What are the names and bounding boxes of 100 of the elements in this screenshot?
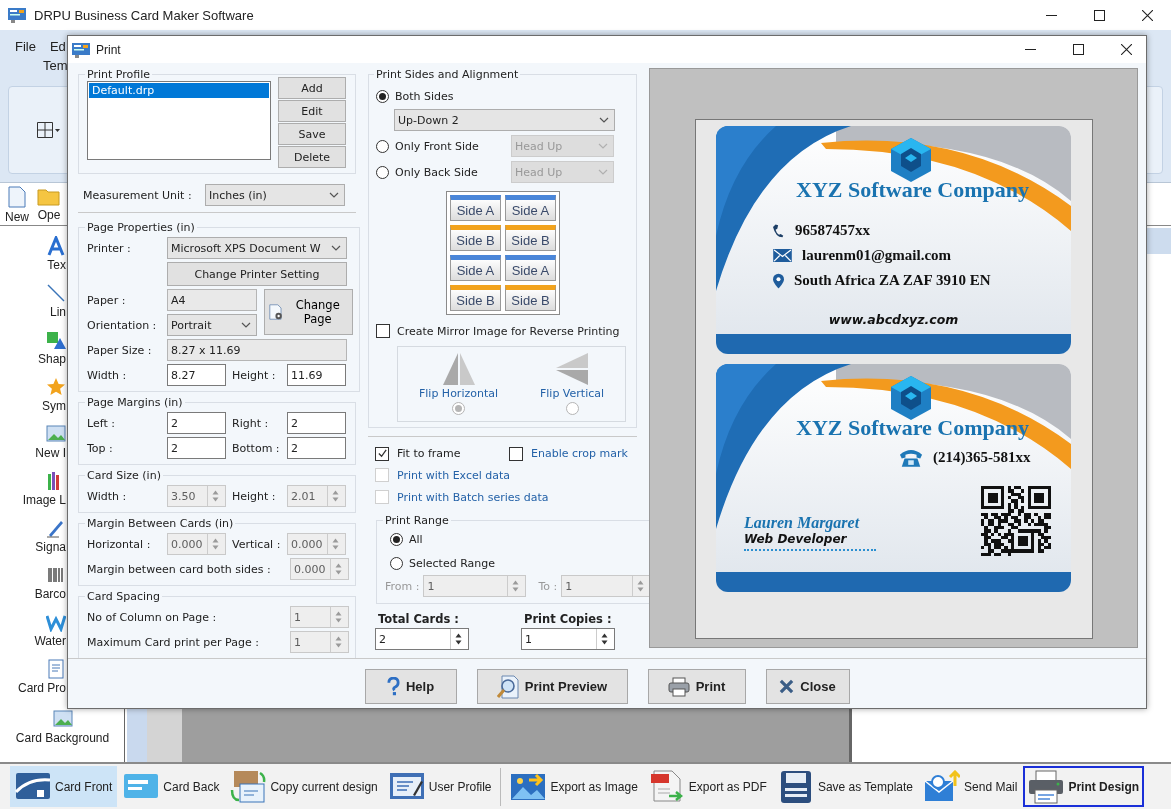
flip-horizontal-icon: [441, 353, 476, 385]
toolbar-button[interactable]: Save as Template: [772, 766, 919, 807]
dropdown[interactable]: Up-Down 2: [394, 109, 615, 131]
group-title: Margin Between Cards (in): [86, 517, 235, 530]
page-gear-icon: [269, 302, 284, 322]
field-label: From :: [385, 579, 420, 593]
edit-button[interactable]: Edit: [278, 100, 346, 122]
menu-item[interactable]: Ed: [49, 39, 66, 58]
cube-logo-icon: [891, 138, 931, 182]
input-field[interactable]: 2: [167, 437, 226, 459]
side-tile: Side B: [505, 225, 556, 251]
input-field[interactable]: A4: [167, 289, 257, 311]
sidebar-item[interactable]: Image L: [22, 493, 66, 507]
delete-button[interactable]: Delete: [278, 146, 346, 168]
input-field[interactable]: 2: [287, 412, 346, 434]
sidebar-item[interactable]: Shap: [37, 352, 66, 366]
print-preview-button[interactable]: Print Preview: [476, 669, 628, 704]
input-field[interactable]: 8.27: [167, 364, 226, 386]
toolbar-button[interactable]: Card Back: [118, 766, 225, 807]
printer-icon: [667, 676, 690, 697]
job-title: Web Developer: [744, 532, 848, 546]
envelope-icon: [773, 249, 792, 262]
chevron-down-icon: [329, 192, 339, 198]
dropdown[interactable]: Inches (in): [205, 184, 345, 206]
field-label: Print Copies :: [523, 612, 613, 626]
contact-text: (214)365-581xx: [933, 449, 1031, 466]
option-label: Print with Batch series data: [397, 490, 549, 504]
chevron-down-icon: [599, 117, 609, 123]
checkbox[interactable]: [376, 324, 390, 338]
close-icon[interactable]: [1142, 9, 1153, 21]
profile-item[interactable]: Default.drp: [89, 83, 269, 98]
picture-icon: [52, 709, 73, 729]
input-field[interactable]: 11.69: [287, 364, 346, 386]
input-field[interactable]: 2: [167, 412, 226, 434]
save-button[interactable]: Save: [278, 123, 346, 145]
toolbar-button[interactable]: Export as Image: [505, 766, 643, 807]
chevron-down-icon: [331, 245, 341, 251]
field-label: No of Column on Page :: [87, 610, 218, 624]
telephone-icon: [899, 448, 923, 467]
contact-text: laurenm01@gmail.com: [802, 247, 952, 264]
field-label: Only Front Side: [395, 139, 480, 153]
menu-item[interactable]: File: [15, 39, 36, 58]
chevron-down-icon: [598, 169, 608, 175]
maximize-icon[interactable]: [1073, 44, 1084, 55]
checkbox[interactable]: [509, 446, 523, 461]
toolbar-button[interactable]: Print Design: [1023, 766, 1145, 807]
help-button[interactable]: Help: [364, 669, 457, 704]
toolbar-button[interactable]: Export as PDF: [643, 766, 772, 807]
radio-button[interactable]: [376, 89, 389, 103]
print-button[interactable]: Print: [647, 669, 746, 704]
change-printer-button[interactable]: Change Printer Setting: [167, 262, 347, 286]
field-label: Left :: [87, 416, 116, 430]
checkbox[interactable]: [375, 446, 389, 461]
sidebar-item[interactable]: Barco: [34, 587, 66, 601]
close-icon[interactable]: [1121, 44, 1132, 55]
field-label: To :: [538, 579, 558, 593]
field-label: Horizontal :: [87, 537, 152, 551]
spin-field[interactable]: 1: [521, 628, 615, 650]
group-title: Page Properties (in): [86, 221, 196, 234]
sidebar-item[interactable]: Signa: [35, 540, 66, 554]
dialog-title: Print: [96, 42, 121, 57]
change-page-button[interactable]: Change Page: [264, 289, 353, 335]
field-label: Width :: [87, 368, 128, 382]
sidebar-item[interactable]: Water: [34, 634, 66, 648]
magnifier-page-icon: [496, 674, 519, 699]
field-label: Selected Range: [409, 556, 496, 570]
toolbar-button[interactable]: Copy current design: [225, 766, 383, 807]
field-label: All: [409, 532, 423, 546]
barcode-icon: [46, 565, 66, 585]
dropdown[interactable]: Portrait: [167, 314, 257, 336]
add-button[interactable]: Add: [278, 77, 346, 99]
close-button[interactable]: Close: [765, 669, 850, 704]
contact-text: 96587457xx: [795, 222, 870, 239]
side-tile: Side A: [450, 255, 501, 281]
toolbar-button[interactable]: Card Front: [10, 766, 118, 807]
input-field[interactable]: 8.27 x 11.69: [167, 339, 347, 361]
sidebar-item[interactable]: Card Pro: [17, 681, 66, 695]
dropdown[interactable]: Microsoft XPS Document W: [167, 237, 347, 259]
sidebar-item[interactable]: New I: [35, 446, 66, 460]
sidebar-item[interactable]: Card Background: [15, 731, 110, 745]
text-tool-icon: [46, 236, 66, 256]
person-name: Lauren Margaret: [744, 514, 861, 532]
sidebar-item[interactable]: Lin: [50, 305, 66, 319]
sidebar-item[interactable]: Tex: [47, 258, 66, 272]
toolbar-button[interactable]: User Profile: [383, 766, 497, 807]
app-icon: [8, 7, 26, 23]
field-label: Printer :: [87, 241, 132, 255]
table-grid-icon[interactable]: [37, 122, 61, 138]
sidebar-item[interactable]: Sym: [42, 399, 66, 413]
qr-code-drawing: [981, 486, 1051, 556]
toolbar-label[interactable]: New: [5, 210, 29, 224]
maximize-icon[interactable]: [1094, 9, 1105, 21]
toolbar-button[interactable]: Send Mail: [919, 766, 1023, 807]
ribbon-tab[interactable]: Tem: [43, 58, 68, 73]
field-label: Measurement Unit :: [83, 188, 193, 202]
field-label: Margin between card both sides :: [87, 562, 272, 576]
toolbar-label[interactable]: Ope: [37, 208, 61, 222]
input-field[interactable]: 2: [287, 437, 346, 459]
spin-field[interactable]: 2: [375, 628, 469, 650]
profile-list[interactable]: Default.drp: [87, 81, 271, 160]
